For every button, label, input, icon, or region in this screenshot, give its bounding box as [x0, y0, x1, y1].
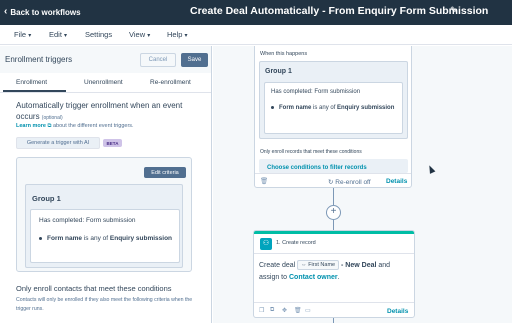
workflow-title: Create Deal Automatically - From Enquiry…	[190, 5, 489, 17]
condition-filter: Form name is any of Enquiry submission	[39, 234, 175, 244]
delete-trash-icon[interactable]: 🗑	[294, 307, 302, 314]
trigger-details-button[interactable]: Details	[386, 178, 407, 185]
only-enroll-records-label: Only enroll records that meet these cond…	[260, 149, 362, 155]
clone-icon[interactable]: ⧉	[270, 307, 274, 314]
connector-line	[333, 220, 334, 230]
condition-title: Has completed: Form submission	[271, 89, 361, 95]
action-title: 1. Create record	[276, 240, 316, 246]
learn-more-text: Learn more ⧉ about the different event t…	[16, 123, 134, 129]
menu-help[interactable]: Help ▾	[167, 30, 188, 39]
top-header: ‹ Back to workflows Create Deal Automati…	[0, 0, 512, 25]
menu-bar: File ▾ Edit ▾ Settings View ▾ Help ▾	[0, 25, 512, 45]
chevron-down-icon: ▾	[184, 33, 188, 39]
only-enroll-heading: Only enroll contacts that meet these con…	[16, 284, 172, 293]
action-details-button[interactable]: Details	[387, 308, 408, 315]
menu-edit[interactable]: Edit ▾	[49, 30, 67, 39]
chevron-down-icon: ▾	[147, 33, 151, 39]
tab-unenrollment[interactable]: Unenrollment	[84, 79, 123, 86]
refresh-icon: ↻	[328, 179, 334, 186]
enrollment-triggers-panel: Enrollment triggers Cancel Save Enrollme…	[0, 46, 212, 323]
condition-card[interactable]: Has completed: Form submission Form name…	[30, 209, 180, 263]
copy-icon[interactable]: ❐	[259, 307, 264, 314]
auto-trigger-heading: Automatically trigger enrollment when an…	[16, 101, 183, 121]
create-record-icon: ⚇	[260, 238, 272, 250]
create-record-action-card[interactable]: ⚇ 1. Create record Create deal ⇔ First N…	[253, 230, 415, 318]
choose-conditions-link[interactable]: Choose conditions to filter records	[259, 159, 408, 173]
panel-header: Enrollment triggers Cancel Save	[0, 46, 211, 73]
menu-file[interactable]: File ▾	[14, 30, 31, 39]
trigger-group: Group 1 Has completed: Form submission F…	[259, 61, 408, 139]
first-name-token: ⇔ First Name	[297, 260, 340, 271]
menu-settings[interactable]: Settings	[85, 30, 112, 39]
panel-title: Enrollment triggers	[5, 55, 73, 64]
action-header: ⚇ 1. Create record	[254, 234, 414, 254]
contact-owner-link[interactable]: Contact owner	[289, 274, 338, 281]
connector-line	[333, 318, 334, 323]
add-action-button[interactable]: +	[326, 205, 341, 220]
trigger-condition-card: Has completed: Form submission Form name…	[264, 82, 403, 134]
save-button[interactable]: Save	[181, 53, 208, 67]
back-label: Back to workflows	[10, 7, 81, 17]
when-this-happens-label: When this happens	[260, 51, 308, 57]
chevron-down-icon: ▾	[64, 33, 68, 39]
back-to-workflows-button[interactable]: ‹ Back to workflows	[4, 4, 81, 20]
external-link-icon: ⧉	[47, 123, 52, 129]
menu-view[interactable]: View ▾	[129, 30, 150, 39]
action-description: Create deal ⇔ First Name - New Deal and …	[259, 260, 391, 281]
tab-enrollment[interactable]: Enrollment	[16, 79, 47, 86]
delete-trash-icon[interactable]: 🗑	[260, 177, 268, 185]
only-enroll-description: Contacts will only be enrolled if they a…	[16, 297, 193, 312]
move-icon[interactable]: ✥	[282, 307, 287, 314]
tab-re-enrollment[interactable]: Re-enrollment	[150, 79, 191, 86]
enrollment-trigger-card[interactable]: When this happens Group 1 Has completed:…	[254, 46, 412, 188]
optional-label: (optional)	[41, 115, 63, 121]
re-enroll-toggle[interactable]: ↻ Re-enroll off	[328, 178, 371, 186]
condition-filter: Form name is any of Enquiry submission	[271, 104, 399, 113]
cancel-button[interactable]: Cancel	[140, 53, 176, 67]
bullet-dot	[271, 105, 274, 109]
beta-badge: BETA	[103, 139, 122, 147]
bullet-dot	[39, 236, 42, 240]
workflow-canvas[interactable]: When this happens Group 1 Has completed:…	[213, 46, 512, 323]
criteria-group: Group 1 Has completed: Form submission F…	[25, 184, 183, 268]
generate-trigger-ai-button[interactable]: Generate a trigger with AI	[16, 137, 100, 149]
group-label: Group 1	[265, 68, 292, 75]
edit-title-pencil-icon[interactable]: ✎	[450, 5, 458, 16]
chevron-down-icon: ▾	[28, 33, 32, 39]
comment-icon[interactable]: ▭	[305, 307, 311, 314]
learn-more-link[interactable]: Learn more	[16, 123, 46, 129]
action-card-footer: ❐ ⧉ ✥ 🗑 ▭ Details	[254, 302, 414, 317]
active-tab-indicator	[3, 90, 66, 92]
trigger-criteria-box: Edit criteria Group 1 Has completed: For…	[16, 157, 192, 272]
panel-tabs: Enrollment Unenrollment Re-enrollment	[0, 73, 211, 93]
group-label: Group 1	[32, 194, 61, 203]
edit-criteria-button[interactable]: Edit criteria	[144, 167, 186, 178]
trigger-card-footer: 🗑 ↻ Re-enroll off Details	[255, 173, 411, 188]
condition-title: Has completed: Form submission	[39, 217, 136, 224]
chevron-left-icon: ‹	[4, 6, 8, 17]
token-icon: ⇔	[301, 262, 307, 269]
connector-line	[333, 188, 334, 205]
